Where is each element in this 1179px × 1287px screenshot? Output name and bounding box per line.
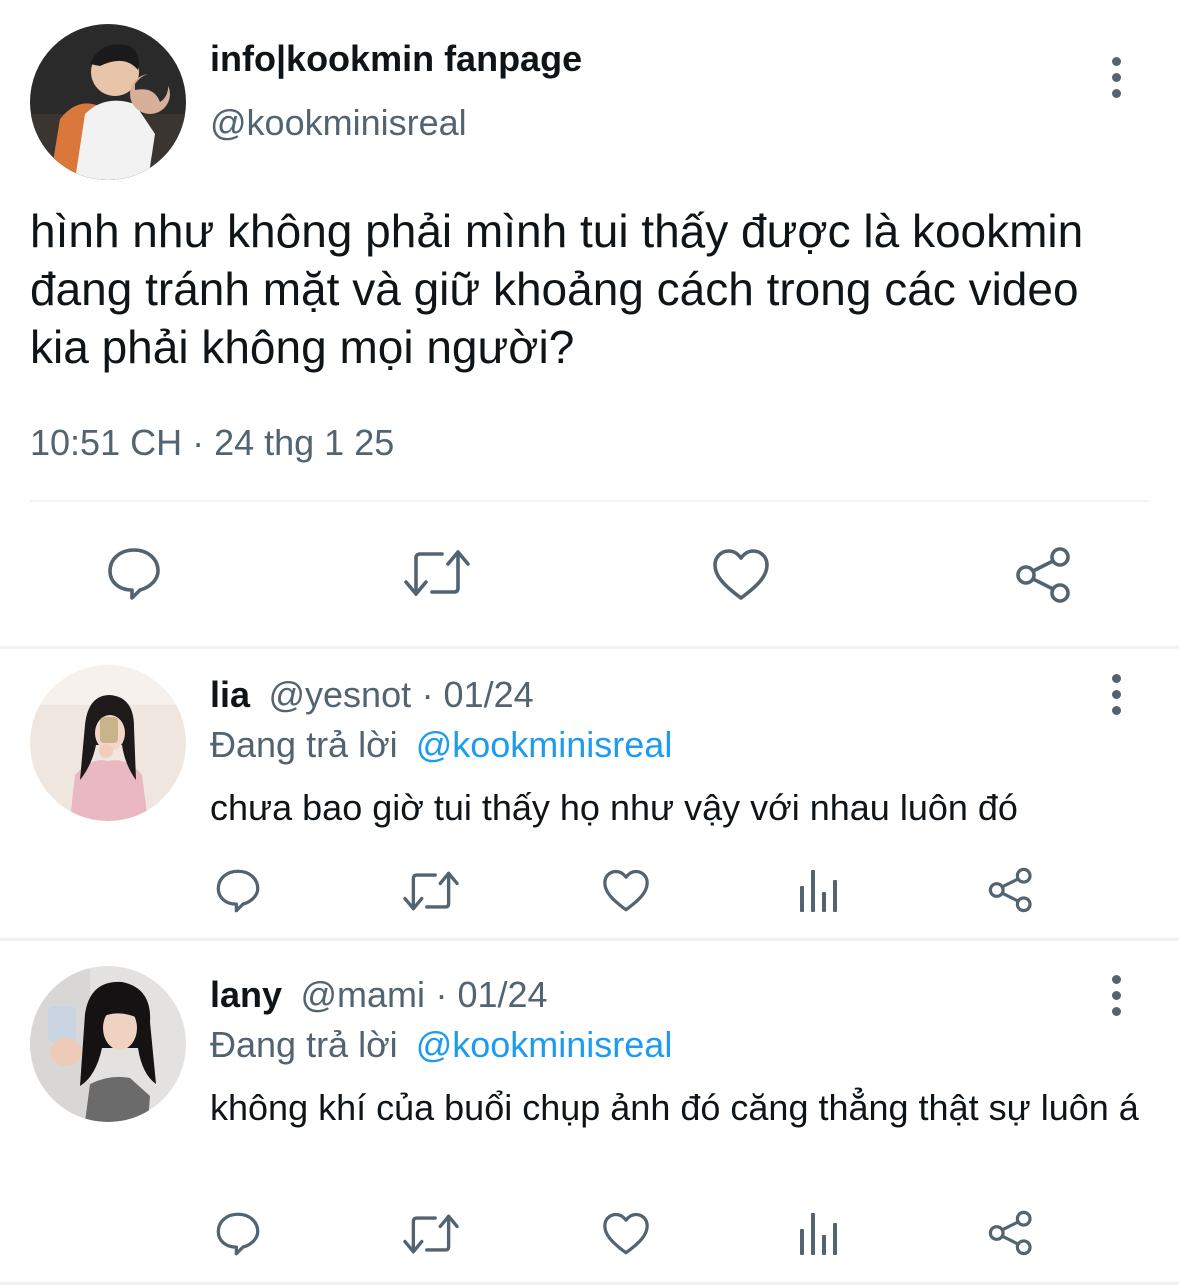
divider — [30, 500, 1149, 502]
main-tweet-text: hình như không phải mình tui thấy được l… — [30, 205, 1084, 373]
reply-text: không khí của buổi chụp ảnh đó căng thẳn… — [210, 1087, 1139, 1128]
analytics-icon[interactable] — [798, 1211, 840, 1255]
reply-handle[interactable]: @mami — [301, 974, 426, 1015]
main-more-icon[interactable] — [1110, 57, 1122, 98]
mention-link[interactable]: @kookminisreal — [416, 724, 673, 765]
reply-date[interactable]: · 01/24 — [422, 674, 534, 715]
reply-avatar[interactable] — [30, 966, 186, 1122]
reply-more-icon[interactable] — [1110, 674, 1122, 715]
main-timestamp[interactable]: 10:51 CH · 24 thg 1 25 — [30, 422, 394, 464]
replying-label: Đang trả lời — [210, 724, 398, 765]
like-icon[interactable] — [602, 1212, 650, 1256]
divider — [0, 646, 1179, 649]
reply-icon[interactable] — [106, 546, 162, 602]
share-icon[interactable] — [988, 867, 1034, 913]
like-icon[interactable] — [602, 869, 650, 913]
retweet-icon[interactable] — [404, 548, 470, 598]
reply-more-icon[interactable] — [1110, 975, 1122, 1016]
reply-text: chưa bao giờ tui thấy họ như vậy với nha… — [210, 787, 1018, 828]
reply-icon[interactable] — [215, 1211, 261, 1257]
reply-date[interactable]: · 01/24 — [436, 974, 548, 1015]
mention-link[interactable]: @kookminisreal — [416, 1024, 673, 1065]
reply-display-name[interactable]: lia — [210, 674, 250, 715]
share-icon[interactable] — [988, 1210, 1034, 1256]
replying-label: Đang trả lời — [210, 1024, 398, 1065]
like-icon[interactable] — [712, 548, 770, 602]
reply-avatar[interactable] — [30, 665, 186, 821]
reply-icon[interactable] — [215, 868, 261, 914]
main-display-name[interactable]: info|kookmin fanpage — [210, 38, 582, 80]
main-avatar[interactable] — [30, 24, 186, 180]
divider — [0, 938, 1179, 941]
main-handle[interactable]: @kookminisreal — [210, 102, 467, 144]
share-icon[interactable] — [1015, 546, 1073, 604]
reply-header: lany @mami · 01/24 — [210, 974, 548, 1016]
analytics-icon[interactable] — [798, 868, 840, 912]
retweet-icon[interactable] — [403, 870, 459, 912]
replying-to-line: Đang trả lời @kookminisreal — [210, 1024, 672, 1066]
reply-handle[interactable]: @yesnot — [268, 674, 411, 715]
replying-to-line: Đang trả lời @kookminisreal — [210, 724, 672, 766]
reply-display-name[interactable]: lany — [210, 974, 282, 1015]
retweet-icon[interactable] — [403, 1213, 459, 1255]
reply-header: lia @yesnot · 01/24 — [210, 674, 534, 716]
divider — [0, 1282, 1179, 1285]
